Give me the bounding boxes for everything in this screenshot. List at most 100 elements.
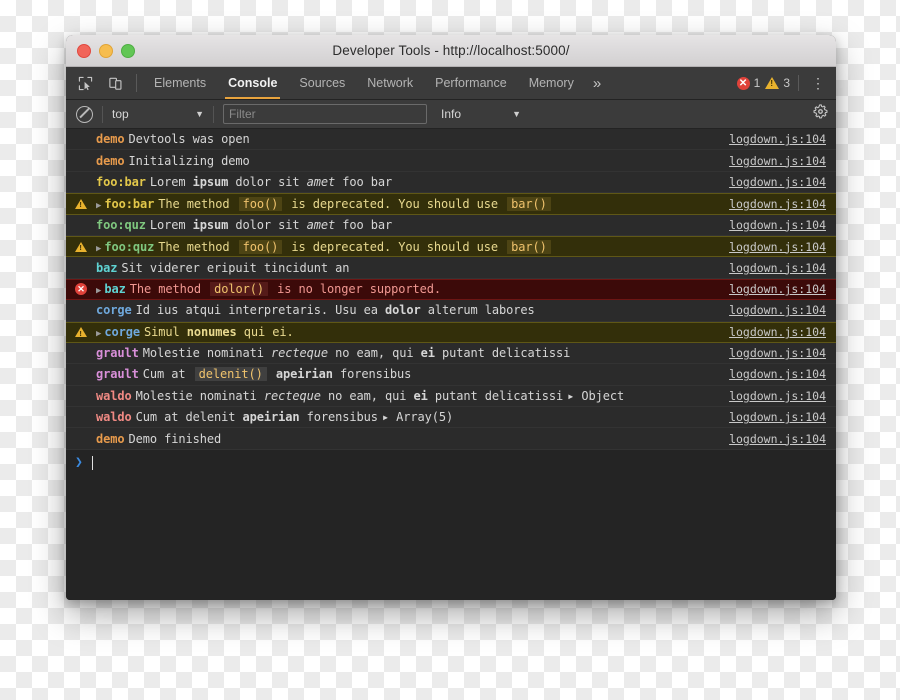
error-count-label: 1 [753,76,761,90]
error-count-badge[interactable]: ✕ 1 [736,76,761,90]
source-location-link[interactable]: logdown.js:104 [678,410,836,424]
log-namespace-label: baz [96,260,118,275]
source-location-link[interactable]: logdown.js:104 [678,303,836,317]
filter-input[interactable] [223,104,427,124]
tab-network[interactable]: Network [356,67,424,99]
source-location-link[interactable]: logdown.js:104 [678,132,836,146]
message-plain-text: qui ei. [236,325,294,340]
message-plain-text: Demo finished [128,431,222,446]
message-plain-text: is no longer supported. [269,282,441,297]
console-message-row[interactable]: ▶corgeSimul nonumes qui ei.logdown.js:10… [66,321,836,343]
log-namespace-label: demo [96,431,125,446]
log-level-value: Info [441,107,462,121]
source-location-link[interactable]: logdown.js:104 [678,154,836,168]
console-filter-toolbar: top ▼ Info ▼ [66,100,836,129]
tab-performance[interactable]: Performance [424,67,518,99]
filterbar-divider-1 [102,105,103,123]
message-code-token: dolor() [210,282,268,297]
object-preview-ref[interactable]: ▸ Object [567,389,624,403]
source-location-link[interactable]: logdown.js:104 [678,261,836,275]
settings-gear-icon[interactable] [813,104,828,124]
source-location-link[interactable]: logdown.js:104 [678,346,836,360]
message-plain-text: Devtools was open [128,132,250,147]
log-level-select[interactable]: Info ▼ [441,107,521,121]
message-italic-text: recteque [263,388,321,403]
tab-console[interactable]: Console [217,67,288,99]
message-code-token: delenit() [194,367,267,382]
console-message-row[interactable]: grault Molestie nominati recteque no eam,… [66,342,836,365]
console-message-row[interactable]: ✕ ▶ baz The method dolor() is no longer sup… [66,278,836,301]
message-bold-text: nonumes [186,325,237,340]
message-plain-text: Molestie nominati [142,346,271,361]
console-message-text: ▶ baz The method dolor() is no longer supp… [96,282,678,297]
log-namespace-label: foo:bar [96,174,146,189]
inspect-element-icon[interactable] [72,70,98,96]
message-bold-text: ipsum [192,217,229,232]
object-preview-ref[interactable]: ▸ Array(5) [382,410,453,424]
console-message-row[interactable]: demo Devtools was open logdown.js:104 [66,129,836,151]
console-message-row[interactable]: waldo Cum at delenit apeirian forensibus ▸… [66,407,836,429]
console-message-row[interactable]: ▶foo:quzThe method foo() is deprecated. … [66,235,836,258]
console-message-row[interactable]: grault Cum at delenit() apeirian forensib… [66,364,836,386]
source-location-link[interactable]: logdown.js:104 [678,175,836,189]
console-message-row[interactable]: foo:bar Lorem ipsum dolor sit amet foo ba… [66,171,836,194]
console-message-list[interactable]: demo Devtools was open logdown.js:104 demo I… [66,129,836,600]
more-options-icon[interactable]: ⋮ [807,76,829,90]
log-namespace-label: demo [96,153,125,168]
message-plain-text: The method [158,196,237,211]
device-toolbar-icon[interactable] [102,70,128,96]
source-location-link[interactable]: logdown.js:104 [678,218,836,232]
tab-memory[interactable]: Memory [518,67,585,99]
message-plain-text: Lorem [149,217,193,232]
execution-context-select[interactable]: top ▼ [112,107,204,121]
console-message-row[interactable]: ▶foo:barThe method foo() is deprecated. … [66,193,836,215]
log-namespace-label: grault [96,367,139,382]
expand-triangle-icon[interactable]: ▶ [96,286,101,296]
clear-console-icon[interactable] [76,105,93,123]
source-location-link[interactable]: logdown.js:104 [678,325,836,339]
message-code-token: bar() [507,239,551,254]
source-location-link[interactable]: logdown.js:104 [678,282,836,296]
source-location-link[interactable]: logdown.js:104 [678,197,836,211]
devtools-tabbar: Elements Console Sources Network Perform… [66,67,836,100]
console-row-gutter: ✕ [66,283,96,296]
error-icon: ✕ [75,283,87,296]
minimize-window-button[interactable] [99,43,113,58]
warning-icon [75,241,87,252]
error-icon: ✕ [736,76,750,90]
tabbar-tool-icons [72,67,136,99]
console-prompt-row[interactable]: ❯ [66,449,836,476]
log-namespace-label: foo:quz [104,239,155,254]
console-message-row[interactable]: demo Demo finished logdown.js:104 [66,428,836,450]
console-message-row[interactable]: foo:quz Lorem ipsum dolor sit amet foo ba… [66,214,836,236]
source-location-link[interactable]: logdown.js:104 [678,240,836,254]
console-message-row[interactable]: demo Initializing demo logdown.js:104 [66,150,836,172]
devtools-window: Developer Tools - http://localhost:5000/… [66,35,836,600]
chevron-down-icon: ▼ [512,109,521,119]
window-titlebar: Developer Tools - http://localhost:5000/ [66,35,836,67]
log-namespace-label: grault [96,346,139,361]
message-plain-text: putant delicatissi [427,388,564,403]
window-title: Developer Tools - http://localhost:5000/ [332,43,570,58]
message-plain-text: Lorem [149,174,193,189]
tab-overflow-button[interactable]: » [585,67,609,99]
console-message-text: demo Devtools was open [96,132,678,146]
expand-triangle-icon[interactable]: ▶ [96,201,101,211]
source-location-link[interactable]: logdown.js:104 [678,432,836,446]
source-location-link[interactable]: logdown.js:104 [678,367,836,381]
status-divider [798,75,799,91]
message-plain-text: The method [158,239,237,254]
close-window-button[interactable] [77,43,91,58]
tab-elements[interactable]: Elements [143,67,217,99]
message-italic-text: amet [306,174,336,189]
console-message-row[interactable]: baz Sit viderer eripuit tincidunt an logdo… [66,257,836,279]
source-location-link[interactable]: logdown.js:104 [678,389,836,403]
warning-count-badge[interactable]: 3 [765,76,790,90]
expand-triangle-icon[interactable]: ▶ [96,329,101,339]
console-message-text: waldo Molestie nominati recteque no eam, … [96,389,678,403]
expand-triangle-icon[interactable]: ▶ [96,244,101,254]
maximize-window-button[interactable] [121,43,135,58]
tab-sources[interactable]: Sources [288,67,356,99]
console-message-row[interactable]: corge Id ius atqui interpretaris. Usu ea … [66,300,836,322]
console-message-row[interactable]: waldo Molestie nominati recteque no eam, … [66,385,836,408]
